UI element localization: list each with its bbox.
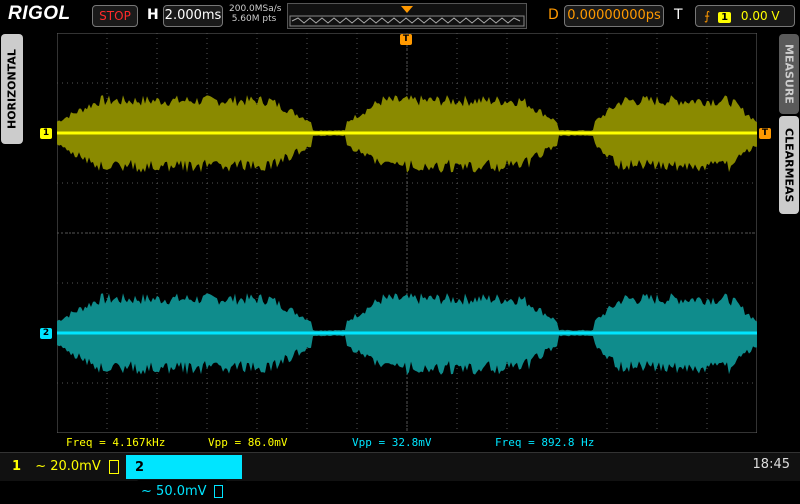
ch1-scale: 20.0mV	[50, 459, 101, 474]
memory-depth: 5.60M pts	[231, 14, 277, 24]
horizontal-menu-tab[interactable]: HORIZONTAL	[1, 34, 23, 144]
measurement-ch2-vpp: Vpp = 32.8mV	[352, 436, 432, 449]
top-status-bar: RIGOL STOP H 2.000ms 200.0MSa/s 5.60M pt…	[0, 0, 800, 31]
delay-label: D	[548, 7, 559, 23]
measurement-ch1-vpp: Vpp = 86.0mV	[208, 436, 288, 449]
clock: 18:45	[752, 457, 790, 472]
ch2-ground-marker[interactable]: 2	[40, 328, 52, 339]
trigger-settings[interactable]: ⨍ 1 0.00 V	[695, 5, 795, 27]
horizontal-label: H	[147, 7, 159, 23]
measure-menu-tab[interactable]: MEASURE	[779, 34, 799, 114]
timebase-value[interactable]: 2.000ms	[163, 5, 223, 27]
trigger-level-marker[interactable]: T	[759, 128, 771, 139]
ch2-bandwidth-icon	[213, 485, 223, 498]
rising-edge-icon: ⨍	[704, 9, 711, 23]
ch2-scale: 50.0mV	[156, 484, 207, 499]
waveform-overview[interactable]	[287, 3, 527, 29]
ch2-settings[interactable]: 2 ~ 50.0mV	[126, 455, 242, 504]
acquisition-info: 200.0MSa/s 5.60M pts	[229, 4, 282, 24]
ch1-bandwidth-icon	[108, 459, 119, 474]
ch1-settings[interactable]: 1 ~ 20.0mV	[4, 455, 122, 479]
trigger-position-marker[interactable]: T	[400, 34, 412, 45]
brand-logo: RIGOL	[8, 3, 71, 24]
clear-measurements-tab[interactable]: CLEARMEAS	[779, 116, 799, 214]
ch1-coupling-icon: ~	[35, 459, 47, 474]
ch1-number: 1	[12, 459, 22, 474]
measurement-ch1-freq: Freq = 4.167kHz	[66, 436, 166, 449]
channel-status-bar: 1 ~ 20.0mV 2 ~ 50.0mV 18:45	[0, 452, 800, 504]
horizontal-delay-value[interactable]: 0.00000000ps	[564, 5, 664, 27]
overview-waveform-icon	[289, 6, 525, 27]
ch1-ground-marker[interactable]: 1	[40, 128, 52, 139]
sample-rate: 200.0MSa/s	[229, 4, 282, 14]
measurement-ch2-freq: Freq = 892.8 Hz	[495, 436, 595, 449]
ch2-coupling-icon: ~	[141, 484, 152, 499]
trigger-level-value: 0.00 V	[740, 9, 780, 23]
run-stop-indicator[interactable]: STOP	[92, 5, 138, 27]
waveform-display[interactable]	[57, 33, 757, 433]
ch2-number: 2	[135, 460, 145, 475]
trigger-source-badge: 1	[718, 12, 732, 23]
trigger-label: T	[674, 7, 683, 23]
